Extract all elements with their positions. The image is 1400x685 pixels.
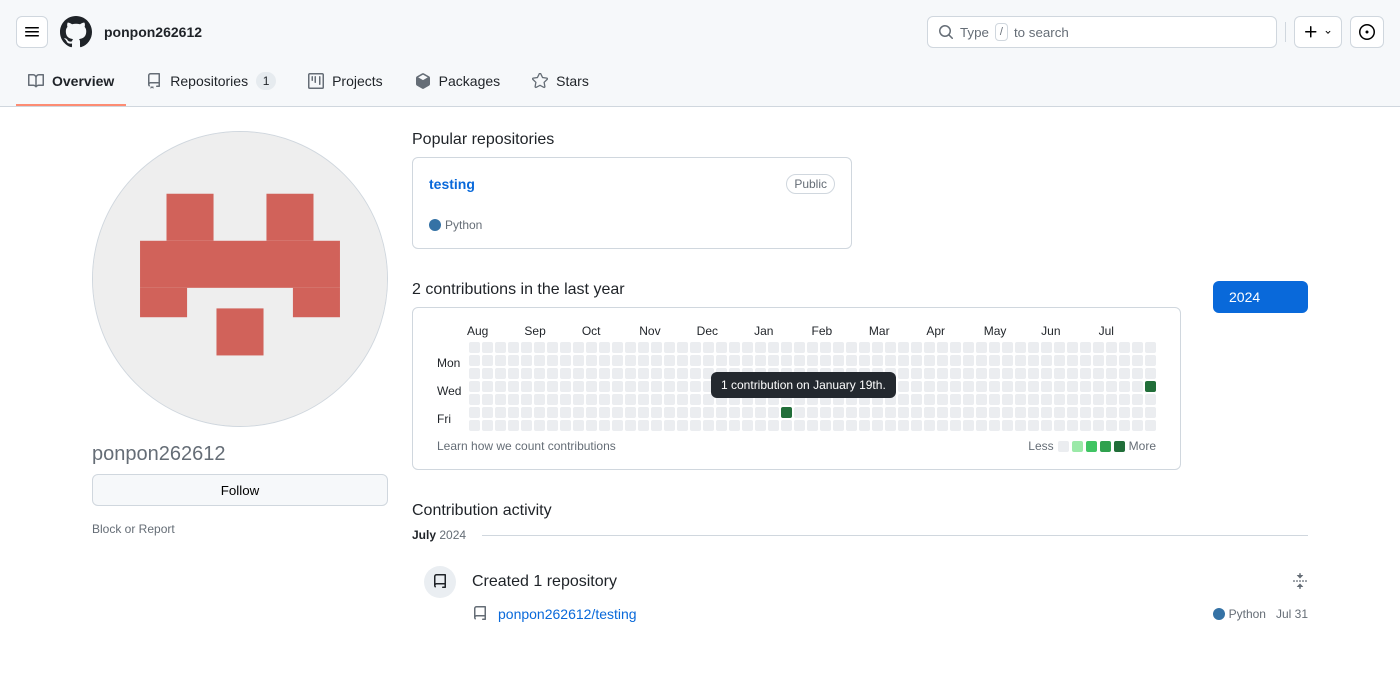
issues-button[interactable]	[1350, 16, 1384, 48]
visibility-badge: Public	[786, 174, 835, 194]
tab-stars[interactable]: Stars	[520, 64, 601, 106]
search-placeholder-pre: Type	[960, 25, 989, 40]
tab-overview[interactable]: Overview	[16, 64, 126, 106]
year-filter-2024[interactable]: 2024	[1213, 281, 1308, 313]
package-icon	[415, 73, 431, 89]
collapse-icon[interactable]	[1292, 573, 1308, 592]
timeline-month: July 2024	[412, 528, 1308, 542]
search-input[interactable]: Type / to search	[927, 16, 1277, 48]
activity-repo-row: ponpon262612/testing Python Jul 31	[412, 598, 1308, 622]
divider	[1285, 22, 1286, 42]
block-report-link[interactable]: Block or Report	[92, 506, 388, 536]
activity-date: Jul 31	[1276, 607, 1308, 621]
repo-card: testing Public Python	[412, 157, 852, 249]
tab-repositories[interactable]: Repositories 1	[134, 64, 288, 106]
github-logo[interactable]	[60, 16, 92, 48]
hamburger-icon	[24, 24, 40, 40]
activity-heading: Contribution activity	[412, 502, 1308, 520]
repo-count-badge: 1	[256, 72, 276, 90]
search-icon	[938, 24, 954, 40]
breadcrumb-username[interactable]: ponpon262612	[104, 24, 202, 40]
contributions-heading: 2 contributions in the last year	[412, 281, 1181, 299]
repo-icon	[146, 73, 162, 89]
plus-icon	[1303, 24, 1319, 40]
github-mark-icon	[60, 16, 92, 48]
profile-sidebar: ponpon262612 Follow Block or Report	[92, 131, 388, 622]
star-icon	[532, 73, 548, 89]
language-label: Python	[445, 218, 482, 232]
activity-repo-link[interactable]: ponpon262612/testing	[498, 606, 637, 622]
search-placeholder-post: to search	[1014, 25, 1069, 40]
search-kbd: /	[995, 23, 1008, 41]
profile-main: Popular repositories testing Public Pyth…	[412, 131, 1308, 622]
project-icon	[308, 73, 324, 89]
contribution-grid[interactable]: 1 contribution on January 19th.	[469, 342, 1156, 431]
contribution-tooltip: 1 contribution on January 19th.	[711, 372, 896, 398]
repo-link[interactable]: testing	[429, 176, 475, 192]
issue-opened-icon	[1359, 24, 1375, 40]
language-color-dot	[1213, 608, 1225, 620]
activity-title: Created 1 repository	[472, 573, 617, 591]
learn-contributions-link[interactable]: Learn how we count contributions	[437, 439, 616, 453]
language-color-dot	[429, 219, 441, 231]
hamburger-menu-button[interactable]	[16, 16, 48, 48]
profile-nav: Overview Repositories 1 Projects Package…	[0, 64, 1400, 107]
follow-button[interactable]: Follow	[92, 474, 388, 506]
create-new-button[interactable]	[1294, 16, 1342, 48]
avatar[interactable]	[92, 131, 388, 427]
app-header: ponpon262612 Type / to search	[0, 0, 1400, 64]
activity-item: Created 1 repository	[412, 550, 1308, 598]
contribution-legend: Less More	[1028, 439, 1156, 453]
repo-badge-icon	[424, 566, 456, 598]
identicon-icon	[93, 132, 387, 426]
tab-projects[interactable]: Projects	[296, 64, 395, 106]
repo-icon	[472, 606, 488, 622]
popular-repos-heading: Popular repositories	[412, 131, 1308, 149]
chevron-down-icon	[1323, 27, 1333, 37]
tab-packages[interactable]: Packages	[403, 64, 512, 106]
contribution-graph: AugSepOctNovDecJanFebMarAprMayJunJul Mon…	[412, 307, 1181, 470]
profile-username: ponpon262612	[92, 427, 388, 474]
book-icon	[28, 73, 44, 89]
